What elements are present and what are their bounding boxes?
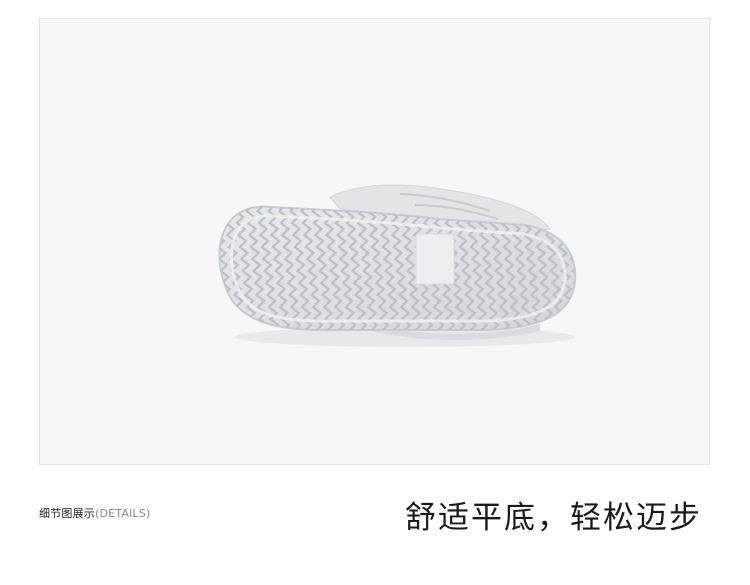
- tread-groove: [586, 199, 610, 337]
- details-section-label: 细节图展示(DETAILS): [39, 505, 151, 521]
- product-tagline: 舒适平底，轻松迈步: [405, 500, 702, 536]
- product-photo: [39, 18, 710, 465]
- tread-groove: [574, 206, 576, 331]
- detail-page: 细节图展示(DETAILS) 舒适平底，轻松迈步: [0, 0, 750, 585]
- details-label-en: (DETAILS): [95, 507, 151, 520]
- tread-groove: [190, 199, 214, 337]
- sole-midfoot-patch: [415, 233, 455, 285]
- details-label-cn: 细节图展示: [39, 507, 95, 520]
- shoe-sole-image: [190, 184, 621, 347]
- tread-groove: [597, 199, 621, 337]
